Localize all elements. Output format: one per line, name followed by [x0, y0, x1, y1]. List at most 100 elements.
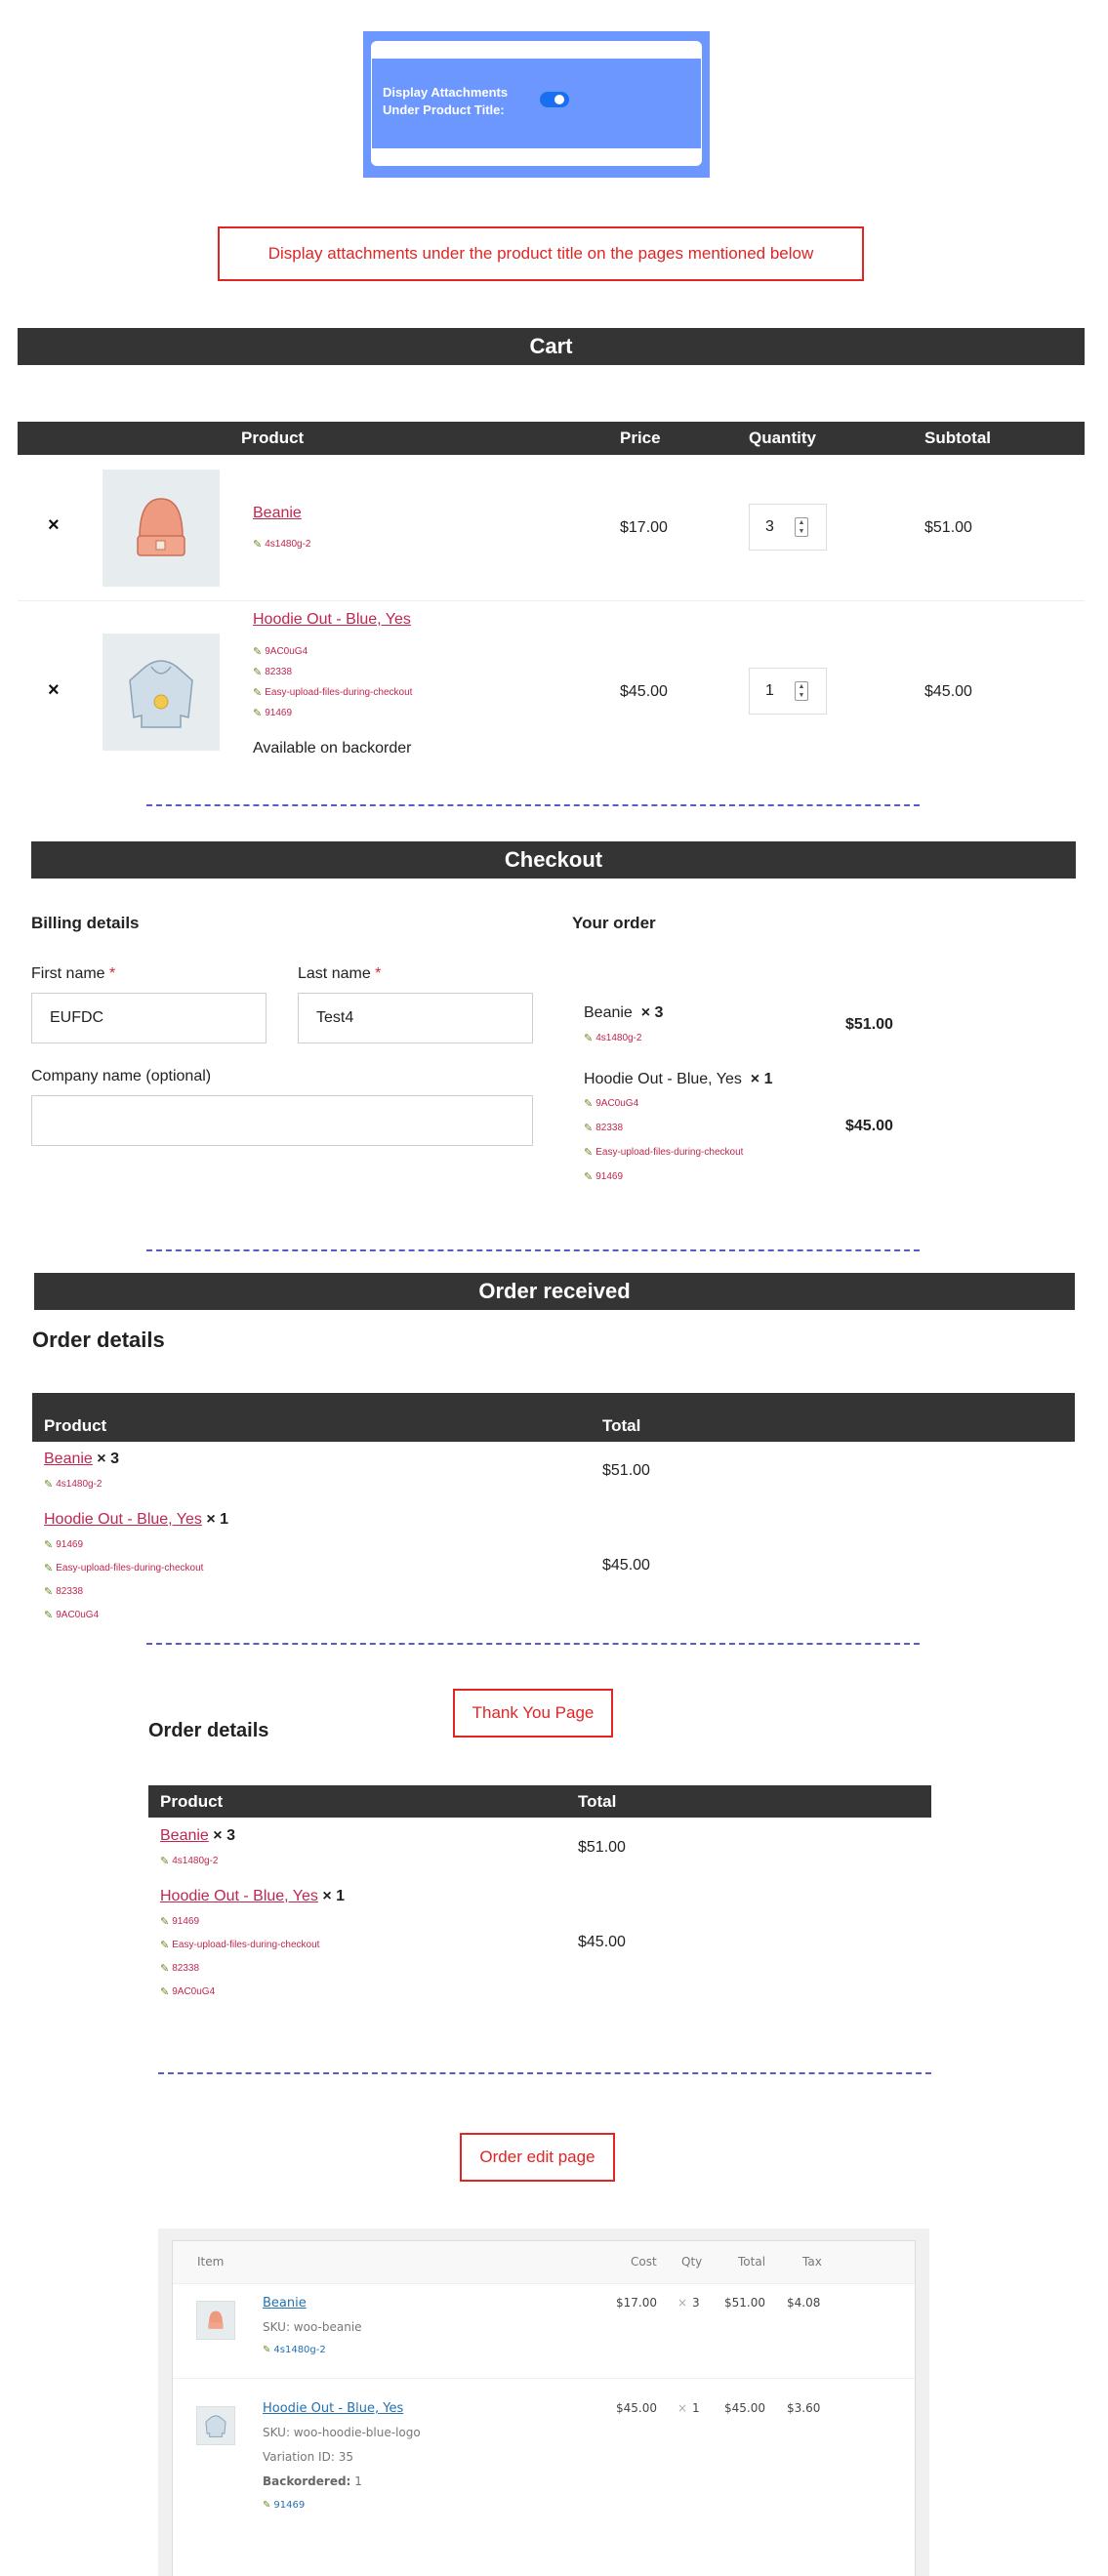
last-name-label-text: Last name — [298, 965, 371, 982]
edit-item-tax: $4.08 — [787, 2296, 821, 2310]
order-item-total: $51.00 — [845, 1016, 893, 1033]
attachment-icon: ✎ — [44, 1610, 54, 1621]
section-divider — [146, 1643, 920, 1645]
cart-item-link-hoodie[interactable]: Hoodie Out - Blue, Yes — [253, 611, 411, 629]
edit-header-cost: Cost — [631, 2255, 657, 2269]
order-item-qty: × 1 — [206, 1511, 229, 1528]
attachment-name: 4s1480g-2 — [56, 1479, 103, 1490]
edit-header-total: Total — [738, 2255, 766, 2269]
notice-box: Display attachments under the product ti… — [218, 226, 864, 281]
edit-header-qty: Qty — [681, 2255, 703, 2269]
order-item-link[interactable]: Beanie — [160, 1827, 209, 1844]
attachment-icon: ✎ — [253, 667, 263, 678]
attachment-link[interactable]: ✎ 4s1480g-2 — [253, 538, 310, 551]
billing-details-heading: Billing details — [31, 914, 140, 932]
attachment-link[interactable]: ✎ 91469 — [44, 1538, 83, 1551]
order-item-total: $45.00 — [602, 1557, 650, 1574]
backordered-value: 1 — [354, 2474, 362, 2488]
attachment-name: Easy-upload-files-during-checkout — [56, 1563, 204, 1574]
attachment-link[interactable]: ✎ 9AC0uG4 — [160, 1985, 215, 1998]
attachment-link[interactable]: ✎ 91469 — [160, 1915, 199, 1928]
order-item-link[interactable]: Hoodie Out - Blue, Yes — [160, 1888, 318, 1904]
quantity-value: 1 — [765, 682, 774, 699]
order-line-item: Hoodie Out - Blue, Yes × 1 — [44, 1511, 228, 1529]
edit-item-variation: Variation ID: 35 — [263, 2450, 353, 2464]
attachment-link[interactable]: ✎ 4s1480g-2 — [263, 2345, 326, 2355]
attachment-link[interactable]: ✎ 91469 — [263, 2500, 305, 2511]
cart-header-quantity: Quantity — [749, 429, 816, 447]
remove-item-button[interactable]: × — [48, 679, 60, 702]
spinner-icon[interactable]: ▲ ▼ — [795, 681, 808, 701]
attachment-link[interactable]: ✎ Easy-upload-files-during-checkout — [584, 1146, 743, 1159]
order-item-qty: × 1 — [750, 1071, 773, 1087]
spinner-icon[interactable]: ▲ ▼ — [795, 517, 808, 537]
edit-item-link[interactable]: Beanie — [263, 2296, 307, 2310]
attachment-link[interactable]: ✎ 9AC0uG4 — [253, 645, 308, 658]
order-item-link[interactable]: Hoodie Out - Blue, Yes — [44, 1511, 202, 1528]
first-name-field[interactable]: EUFDC — [31, 993, 267, 1043]
cart-header-subtotal: Subtotal — [924, 429, 991, 447]
cart-banner-title: Cart — [529, 334, 573, 358]
backordered-label: Backordered: — [263, 2474, 351, 2488]
attachment-icon: ✎ — [263, 2500, 271, 2511]
company-name-field[interactable] — [31, 1095, 533, 1146]
cart-item-price: $45.00 — [620, 683, 668, 700]
attachment-link[interactable]: ✎ 82338 — [253, 666, 292, 678]
order-item-qty: × 3 — [213, 1827, 235, 1844]
attachment-name: 91469 — [273, 2500, 306, 2511]
attachment-icon: ✎ — [584, 1123, 594, 1134]
attachment-link[interactable]: ✎ 4s1480g-2 — [44, 1478, 102, 1491]
attachment-link[interactable]: ✎ 4s1480g-2 — [160, 1855, 218, 1867]
attachment-link[interactable]: ✎ Easy-upload-files-during-checkout — [44, 1562, 203, 1574]
thank-you-header-total: Total — [578, 1792, 617, 1811]
attachment-link[interactable]: ✎ 91469 — [584, 1170, 623, 1183]
attachment-link[interactable]: ✎ 82338 — [160, 1962, 199, 1975]
attachment-link[interactable]: ✎ Easy-upload-files-during-checkout — [253, 686, 412, 699]
backorder-note: Available on backorder — [253, 740, 412, 756]
attachment-link[interactable]: ✎ 91469 — [253, 707, 292, 719]
order-received-header-total: Total — [602, 1416, 641, 1435]
quantity-stepper[interactable]: 3 ▲ ▼ — [749, 504, 827, 551]
settings-card: Display Attachments Under Product Title: — [363, 31, 710, 178]
attachment-link[interactable]: ✎ 9AC0uG4 — [584, 1097, 638, 1110]
checkout-banner: Checkout — [31, 841, 1076, 879]
attachment-link[interactable]: ✎ 4s1480g-2 — [584, 1032, 641, 1044]
attachment-icon: ✎ — [584, 1033, 594, 1044]
order-item-title: Beanie — [584, 1004, 633, 1021]
thank-you-page-label-text: Thank You Page — [472, 1703, 595, 1722]
edit-item-link[interactable]: Hoodie Out - Blue, Yes — [263, 2401, 403, 2416]
product-thumbnail-hoodie[interactable] — [103, 634, 220, 751]
thank-you-header-product: Product — [160, 1792, 224, 1811]
order-line-item: Hoodie Out - Blue, Yes × 1 — [160, 1888, 345, 1905]
cart-item-subtotal: $45.00 — [924, 683, 972, 700]
thank-you-table-header: Product Total — [148, 1785, 931, 1818]
display-attachments-toggle[interactable] — [540, 92, 569, 107]
row-divider — [173, 2378, 915, 2379]
order-item-total: $51.00 — [602, 1462, 650, 1479]
edit-item-qty-mark: × — [677, 2296, 688, 2310]
attachment-link[interactable]: ✎ Easy-upload-files-during-checkout — [160, 1939, 319, 1951]
order-item-total: $45.00 — [845, 1118, 893, 1134]
order-item-title: Hoodie Out - Blue, Yes — [584, 1071, 742, 1087]
toggle-label-line1: Display Attachments — [383, 85, 509, 100]
quantity-stepper[interactable]: 1 ▲ ▼ — [749, 668, 827, 715]
attachment-link[interactable]: ✎ 9AC0uG4 — [44, 1609, 99, 1621]
attachment-name: Easy-upload-files-during-checkout — [265, 687, 413, 698]
edit-item-cost: $17.00 — [616, 2296, 657, 2310]
company-name-label: Company name (optional) — [31, 1068, 212, 1084]
remove-item-button[interactable]: × — [48, 514, 60, 537]
section-divider — [158, 2072, 931, 2074]
last-name-field[interactable]: Test4 — [298, 993, 533, 1043]
attachment-name: 82338 — [172, 1963, 200, 1974]
order-item-link[interactable]: Beanie — [44, 1451, 93, 1467]
your-order-heading: Your order — [572, 914, 656, 932]
cart-banner: Cart — [18, 328, 1085, 365]
attachment-name: 91469 — [595, 1171, 624, 1182]
product-thumbnail-beanie[interactable] — [103, 470, 220, 587]
attachment-link[interactable]: ✎ 82338 — [584, 1122, 623, 1134]
attachment-link[interactable]: ✎ 82338 — [44, 1585, 83, 1598]
cart-item-link-beanie[interactable]: Beanie — [253, 505, 302, 522]
attachment-icon: ✎ — [160, 1940, 170, 1951]
order-item-name: Hoodie Out - Blue, Yes × 1 — [584, 1071, 772, 1088]
attachment-name: 9AC0uG4 — [172, 1986, 216, 1997]
